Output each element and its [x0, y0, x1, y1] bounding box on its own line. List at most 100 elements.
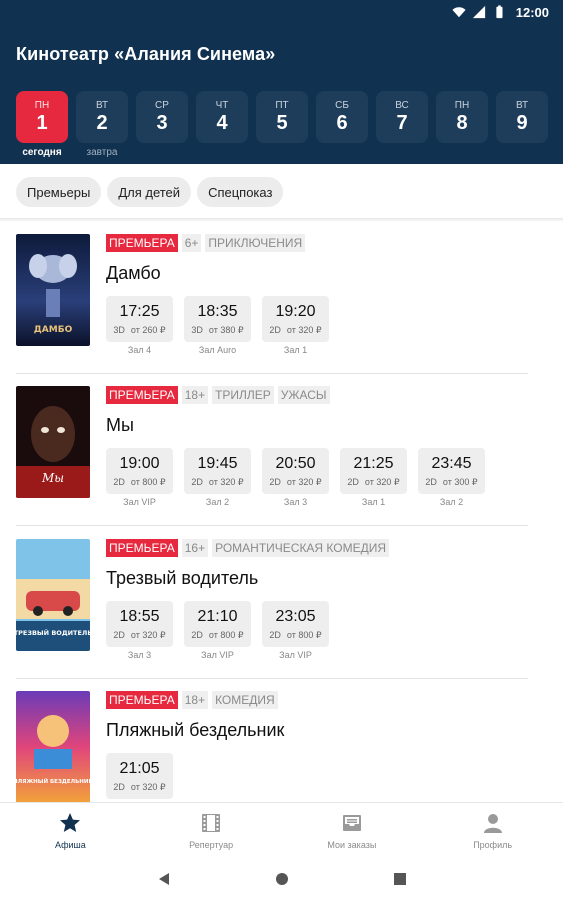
session-button[interactable]: 18:55 2D от 320 ₽ Зал 3: [106, 601, 173, 660]
session-price: от 800 ₽: [286, 630, 322, 640]
movie-title[interactable]: Мы: [106, 415, 134, 436]
back-button[interactable]: [155, 870, 173, 888]
svg-text:ДАМБО: ДАМБО: [34, 325, 73, 335]
session-format: 3D: [113, 325, 125, 335]
date-weekday: ср: [155, 100, 169, 111]
session-button[interactable]: 19:20 2D от 320 ₽ Зал 1: [262, 296, 329, 355]
date-item[interactable]: чт 4: [196, 91, 248, 143]
session-button[interactable]: 23:05 2D от 800 ₽ Зал VIP: [262, 601, 329, 660]
nav-item-repertoire[interactable]: Репертуар: [141, 803, 282, 858]
date-weekday: пт: [275, 100, 289, 111]
session-time: 19:00: [119, 455, 160, 472]
date-weekday: вт: [515, 100, 529, 111]
session-format: 2D: [347, 477, 359, 487]
svg-text:ТРЕЗВЫЙ ВОДИТЕЛЬ: ТРЕЗВЫЙ ВОДИТЕЛЬ: [16, 628, 90, 637]
session-format: 2D: [113, 477, 125, 487]
session-button[interactable]: 20:50 2D от 320 ₽ Зал 3: [262, 448, 329, 507]
bottom-navigation: Афиша Репертуар Мои заказы Профиль: [0, 802, 563, 858]
status-time: 12:00: [515, 4, 549, 20]
session-time: 23:45: [431, 455, 472, 472]
premiere-badge: ПРЕМЬЕРА: [106, 691, 178, 709]
session-price: от 320 ₽: [208, 477, 244, 487]
movie-title[interactable]: Пляжный бездельник: [106, 720, 284, 741]
svg-text:ПЛЯЖНЫЙ БЕЗДЕЛЬНИК: ПЛЯЖНЫЙ БЕЗДЕЛЬНИК: [16, 777, 90, 785]
date-selector: пн 1 сегодня вт 2 завтра ср 3 чт 4 пт 5 …: [16, 91, 548, 158]
home-button[interactable]: [273, 870, 291, 888]
movie-card: ТРЕЗВЫЙ ВОДИТЕЛЬ ПРЕМЬЕРА 16+ РОМАНТИЧЕС…: [0, 527, 563, 679]
date-item[interactable]: вт 9: [496, 91, 548, 143]
session-format: 2D: [425, 477, 437, 487]
divider: [16, 525, 528, 526]
session-price: от 380 ₽: [208, 325, 244, 335]
session-time: 18:35: [197, 303, 238, 320]
nav-label: Профиль: [473, 840, 513, 850]
session-price: от 320 ₽: [286, 325, 322, 335]
nav-item-afisha[interactable]: Афиша: [0, 803, 141, 858]
nav-item-orders[interactable]: Мои заказы: [282, 803, 423, 858]
session-button[interactable]: 18:35 3D от 380 ₽ Зал Auro: [184, 296, 251, 355]
age-rating-badge: 6+: [181, 234, 202, 252]
session-button[interactable]: 19:45 2D от 320 ₽ Зал 2: [184, 448, 251, 507]
date-day: 6: [336, 112, 348, 134]
session-hall: Зал 2: [439, 497, 464, 507]
recents-button[interactable]: [391, 870, 409, 888]
session-button[interactable]: 21:10 2D от 800 ₽ Зал VIP: [184, 601, 251, 660]
session-button[interactable]: 21:25 2D от 320 ₽ Зал 1: [340, 448, 407, 507]
age-rating-badge: 16+: [181, 539, 209, 557]
session-time: 21:10: [197, 608, 238, 625]
nav-label: Афиша: [54, 840, 86, 850]
date-weekday: пн: [34, 100, 50, 111]
date-item[interactable]: сб 6: [316, 91, 368, 143]
session-hall: Зал VIP: [279, 650, 312, 660]
date-item[interactable]: пн 1 сегодня: [16, 91, 68, 158]
filter-chip-kids[interactable]: Для детей: [107, 177, 192, 207]
session-hall: Зал 4: [127, 345, 152, 355]
date-item[interactable]: пт 5: [256, 91, 308, 143]
session-hall: Зал 2: [205, 497, 230, 507]
date-day: 7: [396, 112, 408, 134]
app-header: Кинотеатр «Алания Синема» пн 1 сегодня в…: [0, 24, 563, 164]
session-format: 2D: [113, 630, 125, 640]
session-price: от 300 ₽: [442, 477, 478, 487]
date-item[interactable]: ср 3: [136, 91, 188, 143]
age-rating-badge: 18+: [181, 386, 209, 404]
filter-chip-special[interactable]: Спецпоказ: [197, 177, 284, 207]
session-format: 2D: [269, 325, 281, 335]
date-weekday: вс: [395, 100, 409, 111]
session-button[interactable]: 19:00 2D от 800 ₽ Зал VIP: [106, 448, 173, 507]
date-day: 5: [276, 112, 288, 134]
session-time: 20:50: [275, 455, 316, 472]
nav-item-profile[interactable]: Профиль: [422, 803, 563, 858]
session-button[interactable]: 17:25 3D от 260 ₽ Зал 4: [106, 296, 173, 355]
session-button[interactable]: 23:45 2D от 300 ₽ Зал 2: [418, 448, 485, 507]
session-price: от 800 ₽: [130, 477, 166, 487]
date-item[interactable]: вс 7: [376, 91, 428, 143]
date-day: 2: [96, 112, 108, 134]
session-format: 2D: [269, 630, 281, 640]
movie-tags: ПРЕМЬЕРА 6+ ПРИКЛЮЧЕНИЯ: [106, 234, 306, 252]
movie-card: ДАМБО ПРЕМЬЕРА 6+ ПРИКЛЮЧЕНИЯ Дамбо 17:2…: [0, 222, 563, 374]
movie-poster[interactable]: ПЛЯЖНЫЙ БЕЗДЕЛЬНИК: [16, 691, 90, 803]
date-weekday: чт: [215, 100, 229, 111]
filter-chip-premieres[interactable]: Премьеры: [16, 177, 102, 207]
date-weekday: вт: [95, 100, 109, 111]
session-button[interactable]: 21:05 2D от 320 ₽: [106, 753, 173, 799]
date-weekday: пн: [454, 100, 470, 111]
genre-badge: ТРИЛЛЕР: [212, 386, 274, 404]
back-triangle-icon: [158, 873, 169, 885]
battery-icon: [496, 5, 503, 19]
session-hall: Зал 3: [283, 497, 308, 507]
film-icon: [202, 814, 221, 832]
inbox-icon: [342, 815, 361, 831]
signal-icon: [472, 5, 485, 19]
movie-poster[interactable]: ТРЕЗВЫЙ ВОДИТЕЛЬ: [16, 539, 90, 651]
movie-title[interactable]: Дамбо: [106, 263, 161, 284]
date-item[interactable]: пн 8: [436, 91, 488, 143]
date-day: 9: [516, 112, 528, 134]
movie-title[interactable]: Трезвый водитель: [106, 568, 258, 589]
sessions-row: 21:05 2D от 320 ₽: [106, 753, 173, 799]
movie-poster[interactable]: ДАМБО: [16, 234, 90, 346]
date-item[interactable]: вт 2 завтра: [76, 91, 128, 158]
movie-poster[interactable]: Мы: [16, 386, 90, 498]
session-hall: Зал 3: [127, 650, 152, 660]
